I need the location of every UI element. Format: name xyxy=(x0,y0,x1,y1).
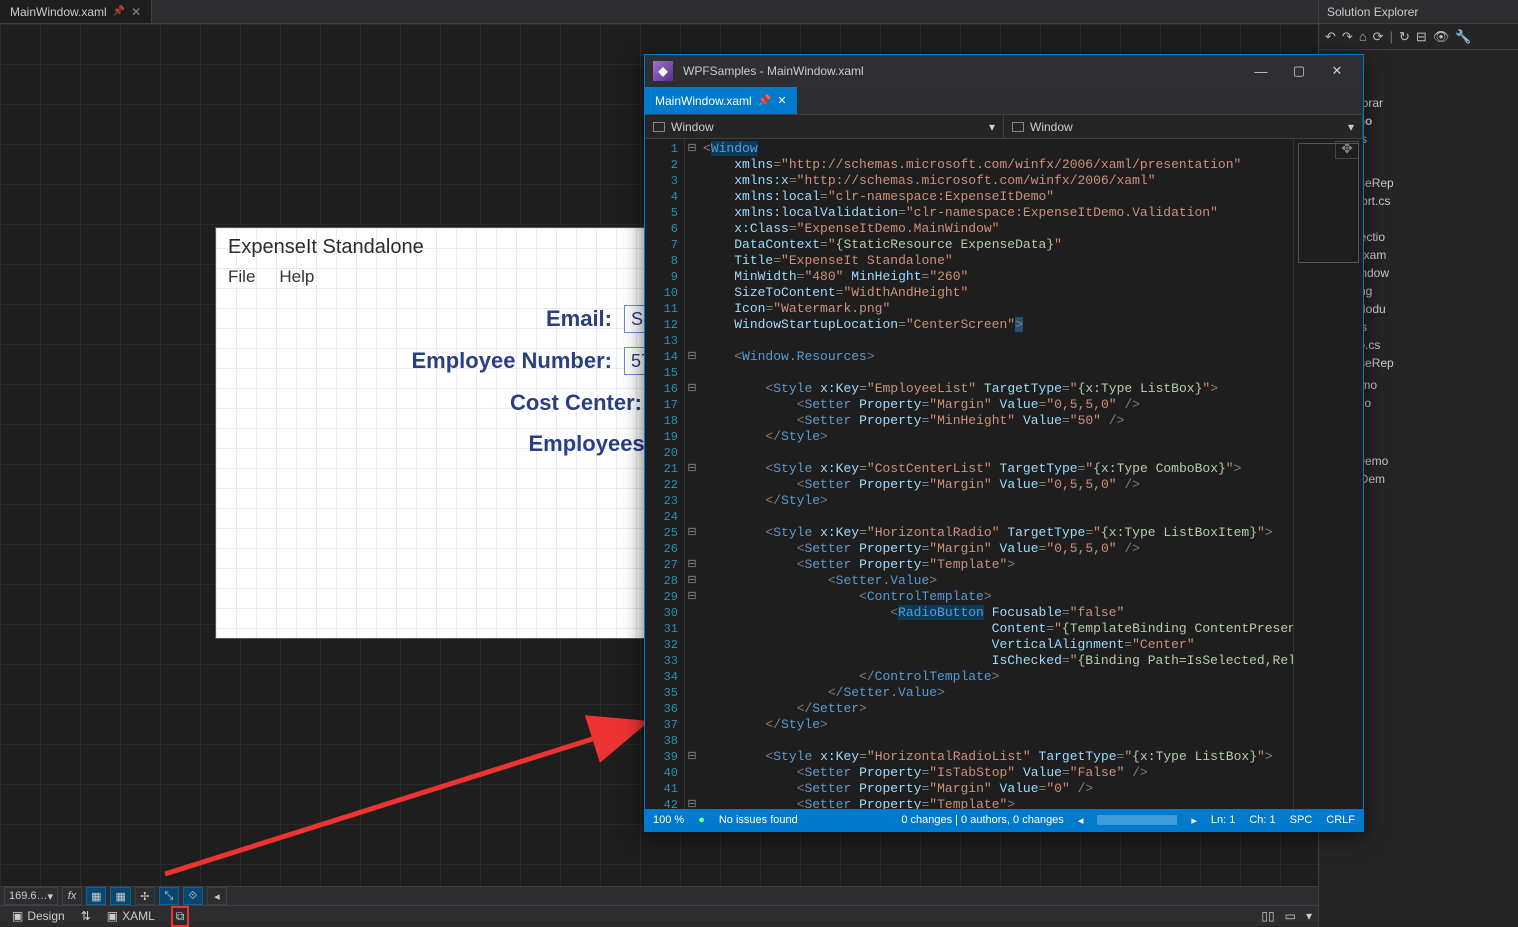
document-tab[interactable]: MainWindow.xaml 📌 ✕ xyxy=(0,0,152,23)
floating-document-tab[interactable]: MainWindow.xaml 📌 ✕ xyxy=(645,87,797,114)
email-label: Email: xyxy=(546,306,612,332)
design-pane-button[interactable]: ▣ Design xyxy=(6,907,71,925)
employee-number-label: Employee Number: xyxy=(412,348,613,374)
col-indicator: Ch: 1 xyxy=(1249,814,1275,826)
pin-icon[interactable]: 📌 xyxy=(113,6,125,17)
breadcrumb-right[interactable]: Window ▾ xyxy=(1004,115,1363,138)
minimap[interactable]: ✥ xyxy=(1293,139,1363,809)
editor-status-bar: 100 % ● No issues found 0 changes | 0 au… xyxy=(645,809,1363,831)
floating-window-title: WPFSamples - MainWindow.xaml xyxy=(683,64,1243,78)
fx-button[interactable]: fx xyxy=(62,887,82,905)
refresh-icon[interactable]: ↻ xyxy=(1399,29,1410,45)
floating-document-tab-label: MainWindow.xaml xyxy=(655,94,752,108)
show-all-icon[interactable]: 👁 xyxy=(1433,29,1450,45)
maximize-button[interactable]: ▢ xyxy=(1281,59,1317,83)
solution-explorer-toolbar: ↶ ↷ ⌂ ⟳ | ↻ ⊟ 👁 🔧 xyxy=(1319,24,1518,50)
scroll-left-icon[interactable]: ◂ xyxy=(207,887,227,905)
home-icon[interactable]: ⌂ xyxy=(1359,29,1367,44)
line-indicator: Ln: 1 xyxy=(1211,814,1235,826)
document-tab-well: MainWindow.xaml 📌 ✕ ▾ xyxy=(0,0,1518,24)
split-horizontal-icon[interactable]: ▭ xyxy=(1285,909,1296,923)
code-content[interactable]: <Window xmlns="http://schemas.microsoft.… xyxy=(699,139,1293,809)
scroll-right-icon[interactable]: ▸ xyxy=(1191,814,1197,827)
spaces-indicator[interactable]: SPC xyxy=(1290,814,1313,826)
floating-titlebar[interactable]: ◆ WPFSamples - MainWindow.xaml — ▢ ✕ xyxy=(645,55,1363,87)
grid-snap-button[interactable]: ▦ xyxy=(86,887,106,905)
menu-help[interactable]: Help xyxy=(279,267,314,287)
design-window[interactable]: ExpenseIt Standalone File Help Email: Em… xyxy=(216,228,696,638)
collapse-pane-icon[interactable]: ▾ xyxy=(1306,909,1312,923)
breadcrumb-left[interactable]: Window ▾ xyxy=(645,115,1004,138)
close-button[interactable]: ✕ xyxy=(1319,59,1355,83)
toggle-button-1[interactable]: ⤡ xyxy=(159,887,179,905)
forward-icon[interactable]: ↷ xyxy=(1342,29,1353,45)
floating-xaml-window: ◆ WPFSamples - MainWindow.xaml — ▢ ✕ Mai… xyxy=(644,54,1364,832)
back-icon[interactable]: ↶ xyxy=(1325,29,1336,45)
cost-center-label: Cost Center: xyxy=(510,390,642,416)
scroll-left-icon[interactable]: ◂ xyxy=(1078,814,1084,827)
designer-bottom-bar: 169.6… ▾ fx ▦ ▦ ✢ ⤡ ⟐ ◂ ▣ Design ⇅ ▣ XAM… xyxy=(0,886,1318,926)
issues-status[interactable]: No issues found xyxy=(719,814,798,826)
solution-explorer-title: Solution Explorer xyxy=(1319,0,1518,24)
fold-column[interactable]: ⊟⊟⊟⊟⊟⊟⊟⊟⊟⊟⊟ xyxy=(685,139,699,809)
lineending-indicator[interactable]: CRLF xyxy=(1326,814,1355,826)
window-menu: File Help xyxy=(216,263,696,295)
split-vertical-icon[interactable]: ▯▯ xyxy=(1261,909,1274,923)
line-number-gutter: 1234567891011121314151617181920212223242… xyxy=(645,139,685,809)
close-icon[interactable]: ✕ xyxy=(777,94,786,107)
document-tab-label: MainWindow.xaml xyxy=(10,5,107,19)
popout-xaml-icon[interactable]: ⧉ xyxy=(171,906,190,927)
minimize-button[interactable]: — xyxy=(1243,59,1279,83)
zoom-level[interactable]: 100 % xyxy=(653,814,684,826)
sync-icon[interactable]: ⟳ xyxy=(1373,29,1384,45)
properties-icon[interactable]: 🔧 xyxy=(1455,29,1471,45)
window-title: ExpenseIt Standalone xyxy=(216,228,696,263)
element-icon xyxy=(1012,122,1024,132)
zoom-combo[interactable]: 169.6… ▾ xyxy=(4,887,58,905)
h-scrollbar[interactable] xyxy=(1097,815,1177,825)
grid-button[interactable]: ▦ xyxy=(110,887,130,905)
swap-panes-icon[interactable]: ⇅ xyxy=(81,909,91,923)
element-icon xyxy=(653,122,665,132)
pin-icon[interactable]: 📌 xyxy=(758,94,772,107)
xaml-pane-button[interactable]: ▣ XAML xyxy=(101,907,161,925)
snap-lines-button[interactable]: ✢ xyxy=(135,887,155,905)
collapse-all-icon[interactable]: ⊟ xyxy=(1416,29,1427,45)
employees-label: Employees: xyxy=(529,431,653,457)
close-icon[interactable]: ✕ xyxy=(131,5,141,19)
menu-file[interactable]: File xyxy=(228,267,255,287)
changes-status: 0 changes | 0 authors, 0 changes xyxy=(901,814,1063,826)
code-editor[interactable]: 1234567891011121314151617181920212223242… xyxy=(645,139,1363,809)
toggle-button-2[interactable]: ⟐ xyxy=(183,887,203,905)
vs-logo-icon: ◆ xyxy=(653,61,673,81)
